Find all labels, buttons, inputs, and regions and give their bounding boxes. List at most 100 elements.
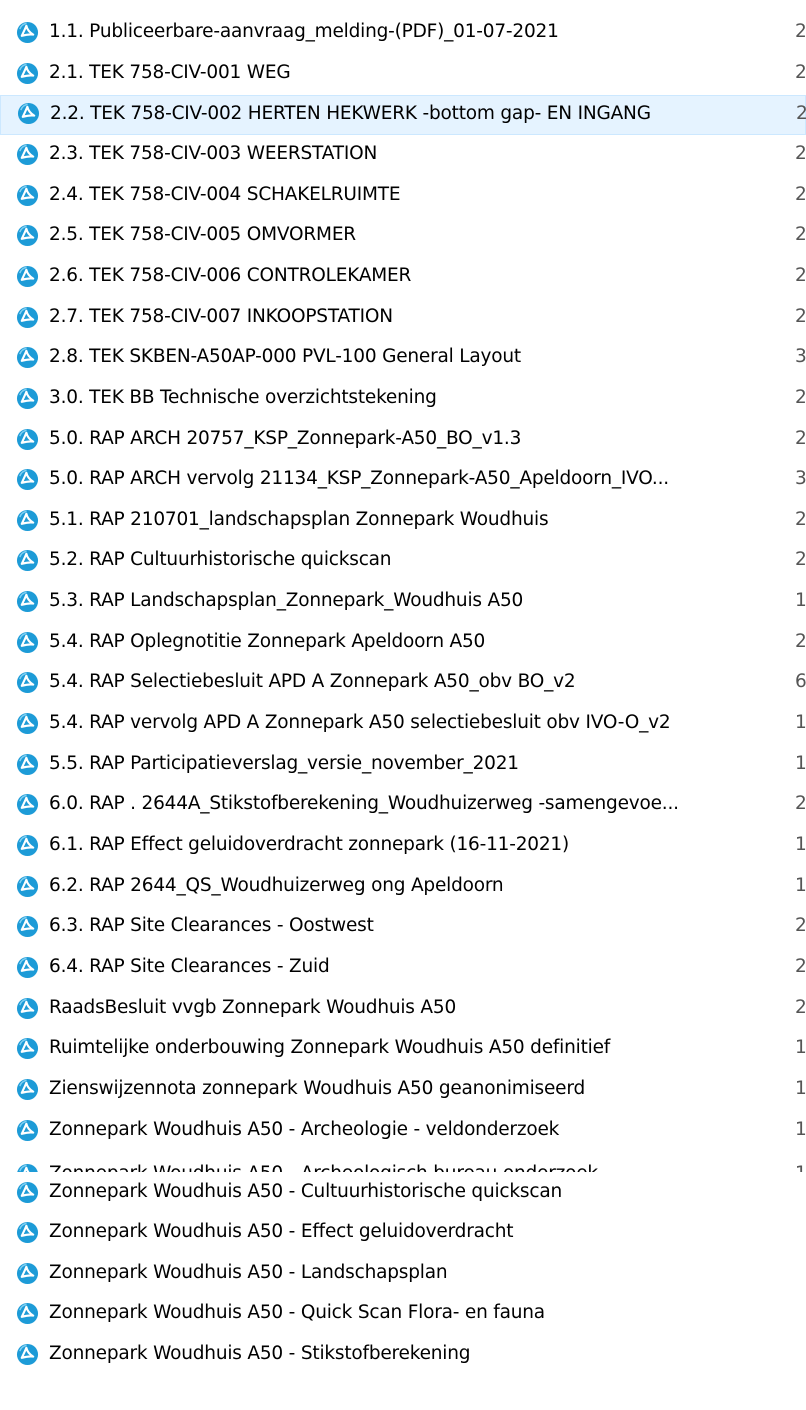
file-row[interactable]: 2.3. TEK 758-CIV-003 WEERSTATION 2 [0,137,806,171]
file-name: 2.4. TEK 758-CIV-004 SCHAKELRUIMTE [49,183,401,205]
acrobat-pdf-icon [16,997,39,1020]
file-row[interactable]: Zonnepark Woudhuis A50 - Cultuurhistoris… [0,1175,806,1209]
file-name: Zienswijzennota zonnepark Woudhuis A50 g… [49,1077,585,1099]
file-date: 1 [795,752,806,774]
file-row[interactable]: 2.6. TEK 758-CIV-006 CONTROLEKAMER 2 [0,259,806,293]
file-row[interactable]: 5.5. RAP Participatieverslag_versie_nove… [0,747,806,781]
file-row[interactable]: Zienswijzennota zonnepark Woudhuis A50 g… [0,1072,806,1106]
acrobat-pdf-icon [16,224,39,247]
acrobat-pdf-icon [16,143,39,166]
file-row[interactable]: 6.0. RAP . 2644A_Stikstofberekening_Woud… [0,787,806,821]
file-date: 1 [795,1118,806,1140]
file-date: 2 [795,142,806,164]
file-date: 2 [795,996,806,1018]
file-name: 2.8. TEK SKBEN-A50AP-000 PVL-100 General… [49,346,521,368]
acrobat-pdf-icon [16,1078,39,1101]
file-row[interactable]: 5.0. RAP ARCH vervolg 21134_KSP_Zonnepar… [0,462,806,496]
file-row[interactable]: 5.1. RAP 210701_landschapsplan Zonnepark… [0,503,806,537]
file-date: 1 [795,834,806,855]
file-row[interactable]: 1.1. Publiceerbare-aanvraag_melding-(PDF… [0,15,806,49]
acrobat-pdf-icon [16,265,39,288]
acrobat-pdf-icon [16,712,39,735]
file-name: Ruimtelijke onderbouwing Zonnepark Woudh… [49,1037,611,1059]
file-date: 6 [795,671,806,693]
file-date: 2 [795,386,806,408]
file-name: 5.4. RAP Oplegnotitie Zonnepark Apeldoor… [49,630,486,652]
file-row[interactable]: Zonnepark Woudhuis A50 - Quick Scan Flor… [0,1296,806,1330]
file-row[interactable]: 2.4. TEK 758-CIV-004 SCHAKELRUIMTE 2 [0,178,806,212]
file-date: 2 [795,224,806,246]
file-row[interactable]: 2.1. TEK 758-CIV-001 WEG 2 [0,56,806,90]
file-name: 2.2. TEK 758-CIV-002 HERTEN HEKWERK -bot… [50,103,651,125]
file-name: Zonnepark Woudhuis A50 - Landschapsplan [49,1262,448,1283]
file-name: 6.3. RAP Site Clearances - Oostwest [49,915,374,937]
file-date: 1 [795,1161,806,1172]
file-name: 6.4. RAP Site Clearances - Zuid [49,955,330,977]
acrobat-pdf-icon [16,1302,39,1325]
file-row[interactable]: 5.4. RAP vervolg APD A Zonnepark A50 sel… [0,706,806,740]
file-row[interactable]: RaadsBesluit vvgb Zonnepark Woudhuis A50… [0,991,806,1025]
file-date: 2 [795,549,806,571]
file-list: 1.1. Publiceerbare-aanvraag_melding-(PDF… [0,0,806,1410]
file-date: 2 [795,21,806,42]
file-name: 1.1. Publiceerbare-aanvraag_melding-(PDF… [49,21,559,42]
file-name: RaadsBesluit vvgb Zonnepark Woudhuis A50 [49,996,457,1018]
acrobat-pdf-icon [16,184,39,207]
acrobat-pdf-icon [16,915,39,938]
file-date: 2 [795,264,806,286]
file-name: 5.4. RAP Selectiebesluit APD A Zonnepark… [49,671,576,693]
file-name: 3.0. TEK BB Technische overzichtstekenin… [49,386,437,408]
file-row[interactable]: 6.3. RAP Site Clearances - Oostwest 2 [0,909,806,943]
acrobat-pdf-icon [16,428,39,451]
file-date: 2 [795,915,806,937]
file-row[interactable]: Zonnepark Woudhuis A50 - Stikstofbereken… [0,1337,806,1371]
file-name: Zonnepark Woudhuis A50 - Archeologie - v… [49,1118,560,1140]
file-date: 1 [795,1037,806,1059]
acrobat-pdf-icon [16,306,39,329]
file-row[interactable]: 6.2. RAP 2644_QS_Woudhuizerweg ong Apeld… [0,869,806,903]
file-row[interactable]: 2.8. TEK SKBEN-A50AP-000 PVL-100 General… [0,340,806,374]
file-row[interactable]: Zonnepark Woudhuis A50 - Effect geluidov… [0,1215,806,1249]
file-name: 6.0. RAP . 2644A_Stikstofberekening_Woud… [49,793,679,815]
file-row[interactable]: Zonnepark Woudhuis A50 - Landschapsplan [0,1256,806,1290]
file-name: 2.5. TEK 758-CIV-005 OMVORMER [49,224,356,246]
file-row[interactable]: 5.2. RAP Cultuurhistorische quickscan 2 [0,543,806,577]
file-row[interactable]: 3.0. TEK BB Technische overzichtstekenin… [0,381,806,415]
file-name: 5.3. RAP Landschapsplan_Zonnepark_Woudhu… [49,590,524,612]
file-name: Zonnepark Woudhuis A50 - Cultuurhistoris… [49,1181,562,1202]
file-row[interactable]: Zonnepark Woudhuis A50 - Archeologie - v… [0,1113,806,1147]
acrobat-pdf-icon [16,1037,39,1060]
file-date: 1 [795,712,806,734]
file-date: 2 [795,427,806,449]
file-date: 2 [795,61,806,83]
file-row[interactable]: 5.4. RAP Oplegnotitie Zonnepark Apeldoor… [0,625,806,659]
acrobat-pdf-icon [16,549,39,572]
file-name: 5.2. RAP Cultuurhistorische quickscan [49,549,392,571]
file-name: Zonnepark Woudhuis A50 - Archeologisch b… [49,1161,598,1172]
file-row[interactable]: 2.5. TEK 758-CIV-005 OMVORMER 2 [0,218,806,252]
file-row[interactable]: Ruimtelijke onderbouwing Zonnepark Woudh… [0,1031,806,1065]
acrobat-pdf-icon [16,346,39,369]
acrobat-pdf-icon [16,1181,39,1204]
file-row[interactable]: 2.7. TEK 758-CIV-007 INKOOPSTATION 2 [0,300,806,334]
acrobat-pdf-icon [16,1163,39,1172]
file-row[interactable]: 6.1. RAP Effect geluidoverdracht zonnepa… [0,828,806,862]
file-row[interactable]: 5.0. RAP ARCH 20757_KSP_Zonnepark-A50_BO… [0,422,806,456]
file-row[interactable]: Zonnepark Woudhuis A50 - Archeologisch b… [0,1157,806,1172]
file-row[interactable]: 5.3. RAP Landschapsplan_Zonnepark_Woudhu… [0,584,806,618]
acrobat-pdf-icon [16,21,39,44]
file-name: 5.0. RAP ARCH vervolg 21134_KSP_Zonnepar… [49,468,669,490]
file-name: 6.2. RAP 2644_QS_Woudhuizerweg ong Apeld… [49,874,504,896]
acrobat-pdf-icon [16,875,39,898]
file-row[interactable]: 5.4. RAP Selectiebesluit APD A Zonnepark… [0,665,806,699]
acrobat-pdf-icon [16,1221,39,1244]
file-date: 3 [795,346,806,368]
acrobat-pdf-icon [16,468,39,491]
file-row[interactable]: 6.4. RAP Site Clearances - Zuid 2 [0,950,806,984]
file-name: 6.1. RAP Effect geluidoverdracht zonnepa… [49,834,569,855]
file-row[interactable]: 2.2. TEK 758-CIV-002 HERTEN HEKWERK -bot… [0,95,806,136]
file-name: 2.7. TEK 758-CIV-007 INKOOPSTATION [49,305,393,327]
acrobat-pdf-icon [16,387,39,410]
file-name: Zonnepark Woudhuis A50 - Effect geluidov… [49,1221,514,1242]
file-date: 2 [795,630,806,652]
